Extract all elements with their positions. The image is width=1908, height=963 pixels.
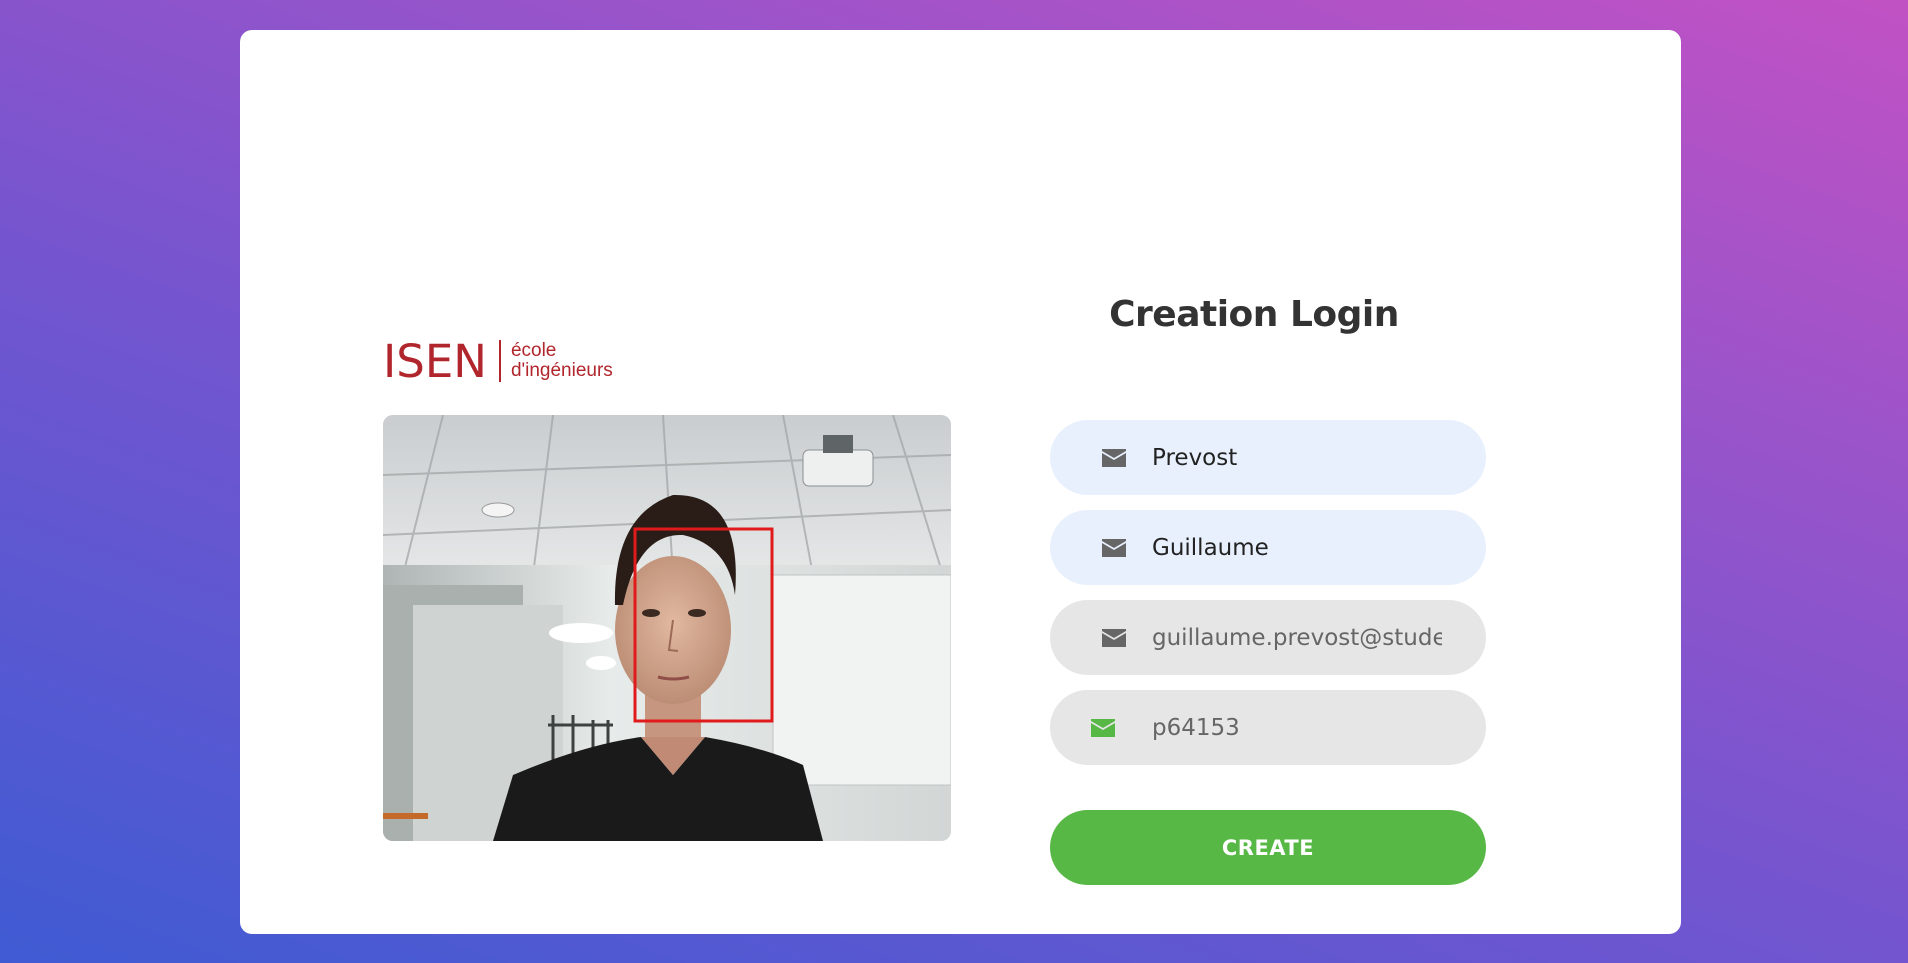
- first-name-field[interactable]: [1050, 510, 1486, 585]
- first-name-input[interactable]: [1152, 534, 1442, 561]
- webcam-image: [383, 415, 951, 841]
- logo-subtitle-line1: école: [510, 340, 557, 361]
- envelope-icon: [1102, 448, 1126, 467]
- last-name-field[interactable]: [1050, 420, 1486, 495]
- envelope-icon: [1091, 718, 1115, 737]
- login-card: ISEN école d'ingénieurs Creation Login P…: [240, 30, 1681, 934]
- page-title: Creation Login: [1109, 294, 1399, 335]
- envelope-icon: [1102, 538, 1126, 557]
- password-input[interactable]: [1152, 714, 1442, 741]
- logo-subtitle-line2: d'ingénieurs: [510, 360, 613, 381]
- isen-logo: ISEN école d'ingénieurs: [383, 333, 613, 389]
- logo-divider: [498, 340, 501, 382]
- logo-text: ISEN: [383, 334, 487, 388]
- envelope-icon: [1102, 628, 1126, 647]
- create-button[interactable]: CREATE: [1050, 810, 1486, 885]
- last-name-input[interactable]: [1152, 444, 1442, 471]
- password-field[interactable]: [1050, 690, 1486, 765]
- webcam-feed: [383, 415, 951, 841]
- email-field[interactable]: [1050, 600, 1486, 675]
- email-input[interactable]: [1152, 624, 1442, 651]
- logo-subtitle: école d'ingénieurs: [511, 341, 613, 381]
